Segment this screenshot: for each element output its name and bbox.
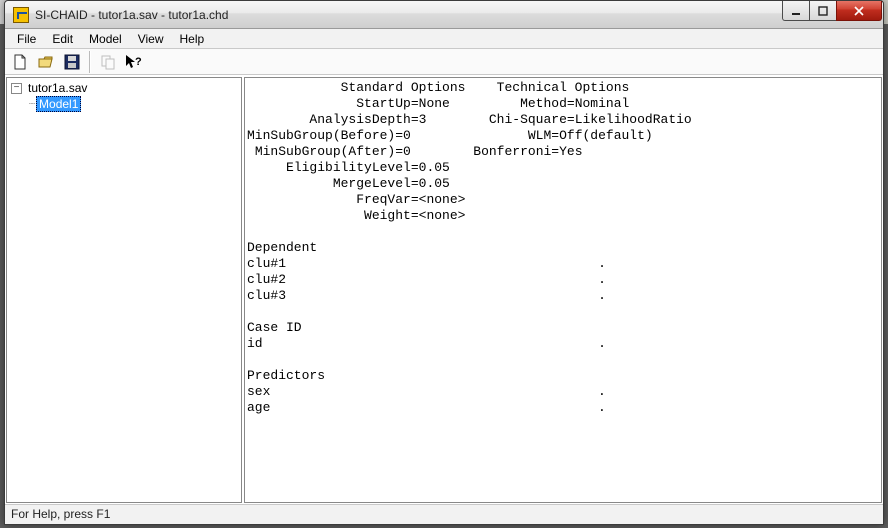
text-heading: Standard Options Technical Options [247, 80, 629, 95]
app-icon [13, 7, 29, 23]
opt-line-weight: Weight=<none> [247, 208, 465, 223]
maximize-icon [818, 6, 828, 16]
opt-line-elig: EligibilityLevel=0.05 [247, 160, 450, 175]
menu-model[interactable]: Model [81, 30, 130, 48]
menu-file[interactable]: File [9, 30, 44, 48]
dependent-row-2: clu#3 . [247, 288, 606, 303]
tree-child-row[interactable]: ┈ Model1 [29, 96, 241, 112]
close-icon [853, 6, 865, 16]
opt-line-msgb: MinSubGroup(Before)=0 WLM=Off(default) [247, 128, 653, 143]
menu-edit[interactable]: Edit [44, 30, 81, 48]
new-file-icon [12, 54, 28, 70]
toolbar-separator [89, 51, 91, 73]
content-area: − tutor1a.sav ┈ Model1 Standard Options … [5, 75, 883, 504]
opt-line-startup: StartUp=None Method=Nominal [247, 96, 629, 111]
text-pane[interactable]: Standard Options Technical Options Start… [244, 77, 882, 503]
save-button[interactable] [61, 51, 83, 73]
save-disk-icon [64, 54, 80, 70]
tree-branch-icon: ┈ [29, 99, 34, 110]
tree-root-row[interactable]: − tutor1a.sav [11, 80, 241, 96]
predictors-row-0: sex . [247, 384, 606, 399]
section-caseid-title: Case ID [247, 320, 302, 335]
opt-line-msga: MinSubGroup(After)=0 Bonferroni=Yes [247, 144, 583, 159]
app-window: SI-CHAID - tutor1a.sav - tutor1a.chd Fil… [4, 0, 884, 525]
opt-line-merge: MergeLevel=0.05 [247, 176, 450, 191]
tree-collapse-icon[interactable]: − [11, 83, 22, 94]
section-predictors-title: Predictors [247, 368, 325, 383]
svg-text:?: ? [135, 56, 142, 68]
maximize-button[interactable] [809, 1, 837, 21]
minimize-button[interactable] [782, 1, 810, 21]
help-cursor-icon: ? [125, 54, 143, 70]
copy-icon [100, 54, 116, 70]
tree-child-label[interactable]: Model1 [36, 96, 81, 112]
opt-line-freq: FreqVar=<none> [247, 192, 465, 207]
caseid-row-0: id . [247, 336, 606, 351]
tree-pane[interactable]: − tutor1a.sav ┈ Model1 [6, 77, 242, 503]
minimize-icon [791, 6, 801, 16]
dependent-row-0: clu#1 . [247, 256, 606, 271]
menu-view[interactable]: View [130, 30, 172, 48]
open-folder-icon [38, 54, 54, 70]
whats-this-button[interactable]: ? [123, 51, 145, 73]
copy-button [97, 51, 119, 73]
new-button[interactable] [9, 51, 31, 73]
opt-line-depth: AnalysisDepth=3 Chi-Square=LikelihoodRat… [247, 112, 692, 127]
menubar: File Edit Model View Help [5, 29, 883, 49]
section-dependent-title: Dependent [247, 240, 317, 255]
window-title: SI-CHAID - tutor1a.sav - tutor1a.chd [35, 8, 228, 22]
status-text: For Help, press F1 [11, 507, 110, 521]
tree-root-label: tutor1a.sav [26, 81, 89, 95]
open-button[interactable] [35, 51, 57, 73]
close-button[interactable] [836, 1, 882, 21]
window-buttons [783, 1, 882, 21]
titlebar[interactable]: SI-CHAID - tutor1a.sav - tutor1a.chd [5, 1, 883, 29]
menu-help[interactable]: Help [172, 30, 213, 48]
toolbar: ? [5, 49, 883, 75]
dependent-row-1: clu#2 . [247, 272, 606, 287]
predictors-row-1: age . [247, 400, 606, 415]
statusbar: For Help, press F1 [5, 504, 883, 524]
